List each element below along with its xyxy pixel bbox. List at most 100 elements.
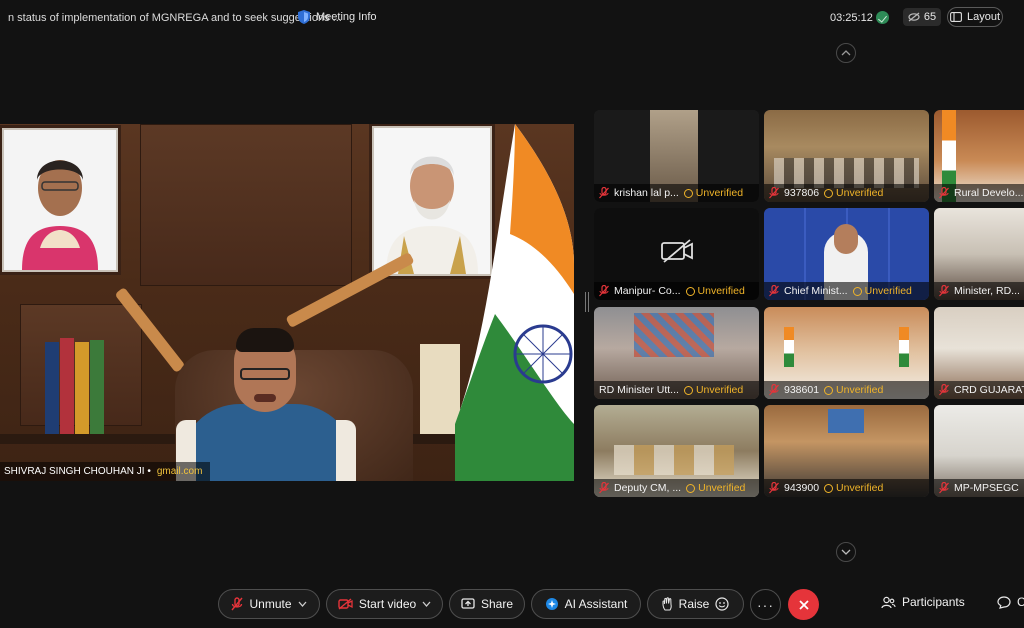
- ai-icon: [545, 598, 558, 610]
- participant-status: Unverified: [836, 187, 884, 199]
- participant-count: 65: [923, 11, 937, 23]
- participant-status: Unverified: [695, 384, 744, 396]
- participant-name: RD Minister Utt...: [599, 384, 679, 396]
- layout-button[interactable]: Layout: [947, 7, 1003, 27]
- video-off-icon: [338, 598, 353, 610]
- scroll-down-button[interactable]: [836, 542, 856, 562]
- clock-icon: [685, 286, 695, 296]
- main-speaker-nameplate: SHIVRAJ SINGH CHOUHAN JI • gmail.com: [0, 462, 210, 481]
- meeting-toolbar: Unmute Start video Share AI Assistant Ra…: [0, 585, 1024, 625]
- participant-name: 938601: [784, 384, 820, 396]
- participant-status: Unverified: [864, 285, 912, 297]
- scroll-up-button[interactable]: [836, 43, 856, 63]
- unmute-button[interactable]: Unmute: [218, 589, 320, 619]
- participant-tile[interactable]: 937806 Unverified: [764, 110, 929, 202]
- mic-off-icon: [231, 597, 244, 611]
- participant-tile[interactable]: Rural Develo...: [934, 110, 1024, 202]
- chevron-down-icon: [841, 549, 851, 555]
- portrait-left: [2, 128, 118, 272]
- participant-name: MP-MPSEGC: [954, 482, 1019, 494]
- participant-name: Rural Develo...: [954, 187, 1024, 199]
- participant-status: Unverified: [697, 285, 745, 297]
- share-icon: [461, 598, 475, 609]
- participant-status: Unverified: [836, 384, 884, 396]
- unmute-label: Unmute: [249, 597, 292, 611]
- participants-icon: [881, 596, 896, 608]
- ai-assistant-label: AI Assistant: [564, 597, 628, 611]
- elapsed-time: 03:25:12: [830, 12, 873, 24]
- chevron-up-icon: [841, 50, 851, 56]
- clock-icon: [683, 188, 693, 198]
- share-button[interactable]: Share: [449, 589, 525, 619]
- participants-button[interactable]: Participants: [881, 595, 965, 609]
- participant-tile[interactable]: RD Minister Utt... Unverified: [594, 307, 759, 399]
- clock-icon: [824, 188, 834, 198]
- india-flag: [455, 124, 574, 481]
- participant-tile[interactable]: Chief Minist... Unverified: [764, 208, 929, 300]
- mic-off-icon: [599, 285, 609, 297]
- start-video-button[interactable]: Start video: [326, 589, 443, 619]
- raise-hand-button[interactable]: Raise: [647, 589, 744, 619]
- mic-off-icon: [939, 482, 949, 494]
- mic-off-icon: [769, 482, 779, 494]
- participant-tile[interactable]: Deputy CM, ... Unverified: [594, 405, 759, 497]
- top-bar: n status of implementation of MGNREGA an…: [0, 0, 1024, 36]
- mic-off-icon: [939, 187, 949, 199]
- mic-off-icon: [769, 384, 779, 396]
- resize-handle[interactable]: [585, 292, 589, 312]
- participant-name: 937806: [784, 187, 820, 199]
- participant-name: Minister, RD...: [954, 285, 1020, 297]
- check-icon: [876, 11, 889, 24]
- participant-status: Unverified: [698, 482, 746, 494]
- clock-icon: [824, 483, 834, 493]
- participant-count-badge[interactable]: 65: [903, 8, 941, 26]
- participant-tile[interactable]: MP-MPSEGC: [934, 405, 1024, 497]
- participant-status: Unverified: [836, 482, 884, 494]
- emoji-icon[interactable]: [715, 597, 729, 611]
- clock-icon: [683, 385, 693, 395]
- chat-button[interactable]: C: [997, 595, 1024, 609]
- main-speaker-email: gmail.com: [156, 466, 203, 477]
- participant-tile[interactable]: 938601 Unverified: [764, 307, 929, 399]
- start-video-label: Start video: [358, 597, 417, 611]
- chat-icon: [997, 595, 1011, 609]
- participant-tile[interactable]: krishan lal p... Unverified: [594, 110, 759, 202]
- clock-icon: [686, 483, 696, 493]
- chat-label: C: [1017, 595, 1024, 609]
- participant-tile[interactable]: 943900 Unverified: [764, 405, 929, 497]
- raise-label: Raise: [678, 597, 710, 611]
- mic-off-icon: [769, 285, 779, 297]
- share-label: Share: [480, 597, 514, 611]
- participant-status: Unverified: [695, 187, 744, 199]
- camera-off-icon: [661, 239, 693, 263]
- participant-name: 943900: [784, 482, 820, 494]
- participants-label: Participants: [902, 595, 965, 609]
- participant-name: Chief Minist...: [784, 285, 848, 297]
- main-speaker-name: SHIVRAJ SINGH CHOUHAN JI •: [4, 466, 151, 477]
- layout-label: Layout: [966, 11, 1001, 23]
- participant-tile[interactable]: Manipur- Co... Unverified: [594, 208, 759, 300]
- mic-off-icon: [599, 187, 609, 199]
- chevron-down-icon[interactable]: [298, 601, 307, 607]
- bookshelf: [45, 334, 110, 434]
- meeting-info-button[interactable]: Meeting Info: [298, 10, 377, 24]
- main-speaker-video[interactable]: [0, 124, 574, 481]
- layout-icon: [950, 12, 962, 22]
- close-icon: [798, 599, 809, 610]
- end-call-button[interactable]: [788, 589, 819, 620]
- hand-icon: [662, 597, 672, 611]
- participant-name: CRD GUJARAT: [954, 384, 1024, 396]
- participant-tile[interactable]: Minister, RD...: [934, 208, 1024, 300]
- meeting-info-label: Meeting Info: [316, 11, 377, 23]
- participant-name: krishan lal p...: [614, 187, 679, 199]
- mic-off-icon: [939, 384, 949, 396]
- eye-slash-icon: [908, 12, 920, 22]
- more-options-button[interactable]: ···: [750, 589, 781, 620]
- participant-name: Manipur- Co...: [614, 285, 681, 297]
- mic-off-icon: [769, 187, 779, 199]
- ai-assistant-button[interactable]: AI Assistant: [531, 589, 641, 619]
- participant-name: Deputy CM, ...: [614, 482, 682, 494]
- chevron-down-icon[interactable]: [422, 601, 431, 607]
- clock-icon: [852, 286, 862, 296]
- participant-tile[interactable]: CRD GUJARAT: [934, 307, 1024, 399]
